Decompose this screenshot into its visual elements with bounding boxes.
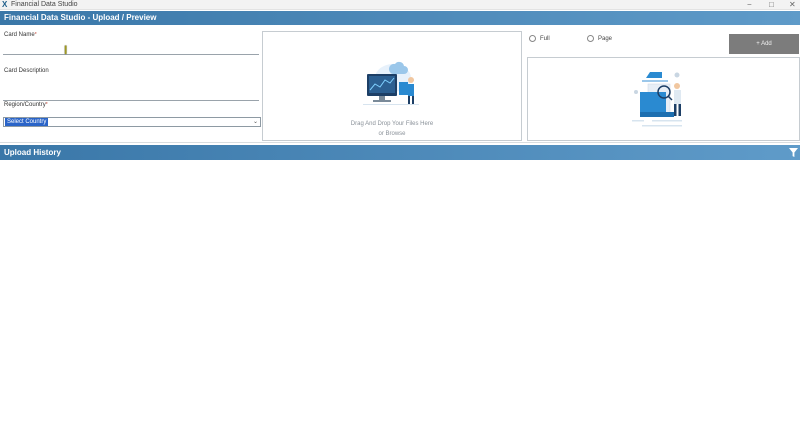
section-divider — [0, 142, 800, 143]
card-description-field[interactable] — [3, 100, 259, 101]
upload-illustration-icon — [363, 61, 419, 105]
upload-history-header: Upload History — [0, 145, 800, 160]
radio-circle-icon — [587, 35, 594, 42]
region-select[interactable]: Select Country ⌄ — [3, 117, 261, 127]
chevron-down-icon: ⌄ — [252, 119, 258, 125]
file-drop-zone[interactable]: Drag And Drop Your Files Here or Browse — [262, 31, 522, 141]
card-name-label: Card Name* — [4, 32, 37, 38]
upload-history-list — [0, 160, 800, 428]
required-marker: * — [34, 32, 37, 38]
page-title: Financial Data Studio - Upload / Preview — [4, 13, 157, 22]
radio-circle-icon — [529, 35, 536, 42]
window-title: Financial Data Studio — [11, 1, 78, 8]
region-label-text: Region/Country — [4, 102, 46, 108]
region-label: Region/Country* — [4, 102, 48, 108]
radio-full[interactable]: Full — [529, 35, 550, 42]
maximize-button[interactable]: □ — [769, 0, 774, 9]
close-button[interactable]: ✕ — [789, 0, 796, 9]
page-header: Financial Data Studio - Upload / Preview — [0, 11, 800, 25]
preview-panel — [527, 57, 800, 141]
card-name-label-text: Card Name — [4, 32, 35, 38]
window-titlebar: X Financial Data Studio − □ ✕ — [0, 0, 800, 10]
filter-icon[interactable] — [789, 148, 798, 157]
card-description-label: Card Description — [4, 68, 49, 74]
radio-page-label: Page — [598, 36, 613, 43]
drop-instructions: Drag And Drop Your Files Here — [350, 121, 434, 127]
minimize-button[interactable]: − — [747, 0, 752, 9]
text-cursor-icon: I — [64, 43, 68, 57]
upload-history-title: Upload History — [4, 148, 61, 157]
card-name-field[interactable] — [3, 54, 259, 55]
browse-link[interactable]: or Browse — [263, 131, 521, 137]
app-logo-icon: X — [2, 0, 8, 9]
document-search-illustration-icon — [632, 72, 682, 127]
radio-page[interactable]: Page — [587, 35, 612, 42]
add-button[interactable]: + Add — [729, 34, 799, 54]
radio-full-label: Full — [540, 36, 550, 43]
required-marker: * — [45, 102, 48, 108]
region-selected-value: Select Country — [5, 118, 49, 126]
